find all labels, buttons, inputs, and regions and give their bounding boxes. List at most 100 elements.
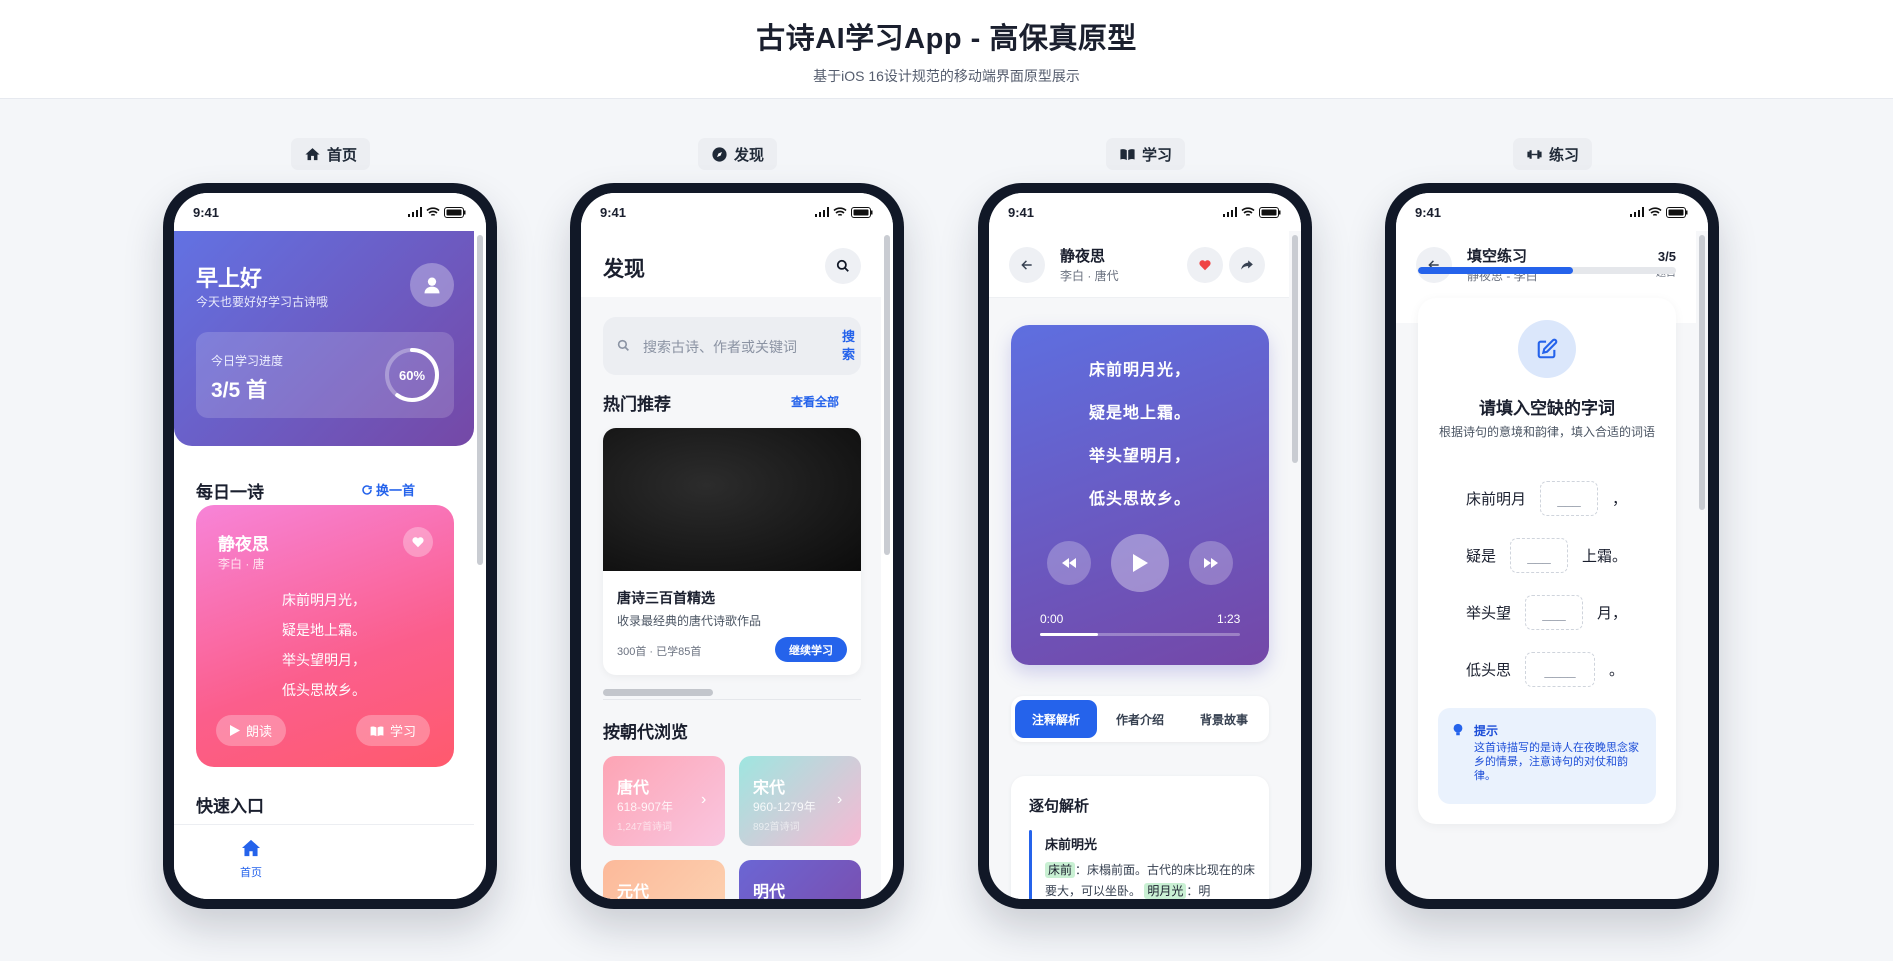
scrollbar[interactable] [1699,235,1705,510]
playback-progress[interactable] [1040,633,1240,636]
time-total: 1:23 [1217,612,1241,626]
battery-icon [1259,206,1281,218]
search-button[interactable] [825,248,861,284]
scrollbar[interactable] [1292,235,1298,463]
caption-practice: 练习 [1513,138,1593,170]
row-before: 低头思 [1466,662,1512,679]
play-icon [230,725,240,736]
wifi-icon [1648,207,1662,216]
blank-input[interactable]: ____ [1525,652,1596,687]
share-icon [1241,260,1253,270]
search-input[interactable]: 搜索古诗、作者或关键词 搜索 [603,317,861,375]
heart-icon [412,537,424,548]
counter-value: 3/5 [1657,249,1676,264]
horizontal-scrollbar[interactable] [603,689,713,696]
home-screen: 9:41 早上好 今天也要好好学习古诗哦 今日学习进度 3/5 首 60% 每日… [174,193,486,899]
status-icons [408,206,466,218]
hint-title: 提示 [1474,724,1499,738]
poem-line: 低头思故乡。 [282,682,366,698]
status-time: 9:41 [1415,204,1442,220]
blank-input[interactable]: ___ [1540,481,1599,516]
greeting-header: 早上好 今天也要好好学习古诗哦 今日学习进度 3/5 首 60% [174,231,474,446]
practice-title: 填空练习 [1467,248,1528,265]
progress-label: 今日学习进度 [211,354,284,368]
annotation-title: 逐句解析 [1029,798,1090,815]
rewind-button[interactable] [1047,541,1091,585]
section-title-dynasty: 按朝代浏览 [603,723,688,742]
dynasty-card-ming[interactable]: 明代 › [739,860,861,899]
term-highlight: 床前 [1045,862,1076,878]
poem-line: 床前明月光， [282,592,366,608]
fill-row: 举头望 ___ 月， [1466,595,1627,630]
chevron-right-icon: › [837,895,842,899]
page-subtitle: 基于iOS 16设计规范的移动端界面原型展示 [813,68,1080,84]
dynasty-name: 明代 [753,884,786,899]
row-after: 上霜。 [1582,548,1628,565]
dynasty-name: 宋代 [753,780,786,797]
refresh-button[interactable]: 换一首 [361,480,415,499]
tab-author[interactable]: 作者介绍 [1099,700,1181,738]
row-before: 床前明月 [1466,491,1527,508]
caption-home: 首页 [291,138,371,170]
favorite-button[interactable] [1187,247,1223,283]
search-placeholder: 搜索古诗、作者或关键词 [643,339,797,355]
caption-label: 发现 [734,146,765,164]
chevron-right-icon: › [701,895,706,899]
progress-value: 3/5 首 [211,379,268,402]
heart-icon [1199,260,1211,271]
back-button[interactable] [1416,247,1452,283]
dynasty-card-tang[interactable]: 唐代 618-907年 1,247首诗词 › [603,756,725,846]
fast-forward-icon [1204,558,1218,568]
featured-title: 唐诗三百首精选 [617,590,715,606]
blank-input[interactable]: ___ [1525,595,1584,630]
annotation-card: 逐句解析 床前明光 床前 ：床榻前面。古代的床比现在的床要大，可以坐卧。 明月光：… [1011,776,1269,899]
section-title-daily: 每日一诗 [196,483,264,502]
share-button[interactable] [1229,247,1265,283]
view-all-link[interactable]: 查看全部 [791,393,839,410]
quiz-progress-fill [1418,267,1573,274]
poem-title: 静夜思 [1060,248,1106,265]
tab-home[interactable]: 首页 [234,839,268,880]
caption-label: 学习 [1142,146,1173,164]
avatar[interactable] [410,263,454,307]
poem-author: 李白 · 唐代 [1060,269,1119,283]
book-icon [370,726,384,736]
study-button[interactable]: 学习 [356,715,431,746]
status-icons [815,206,873,218]
row-after: 。 [1609,662,1625,679]
divider [603,699,861,700]
caption-study: 学习 [1106,138,1186,170]
question-card: 请填入空缺的字词 根据诗句的意境和韵律，填入合适的词语 床前明月 ___ ， 疑… [1418,298,1676,824]
status-time: 9:41 [1008,204,1035,220]
featured-card[interactable]: 唐诗三百首精选 收录最经典的唐代诗歌作品 300首 · 已学85首 继续学习 [603,428,861,675]
lightbulb-icon [1453,723,1463,736]
continue-button[interactable]: 继续学习 [775,637,847,662]
dynasty-card-song[interactable]: 宋代 960-1279年 892首诗词 › [739,756,861,846]
dynasty-card-yuan[interactable]: 元代 › [603,860,725,899]
phone-study: 9:41 静夜思 李白 · 唐代 床前明月光， 疑是地上霜。 举头望明月， 低头… [978,183,1312,909]
question-title: 请填入空缺的字词 [1479,399,1615,418]
search-submit[interactable]: 搜索 [842,328,856,364]
blank-input[interactable]: ___ [1510,538,1569,573]
user-icon [424,277,440,294]
read-button[interactable]: 朗读 [216,715,287,746]
play-button[interactable] [1111,534,1169,592]
phone-discover: 9:41 发现 搜索古诗、作者或关键词 搜索 热门推荐 查看全部 唐诗三百首精选… [570,183,904,909]
poem-line: 床前明月光， [1088,362,1191,379]
term-explanation: ：明 [1186,884,1211,898]
favorite-button[interactable] [403,527,433,557]
fill-row: 床前明月 ___ ， [1466,481,1627,516]
status-bar: 9:41 [1396,193,1708,231]
scrollbar[interactable] [477,235,483,565]
forward-button[interactable] [1189,541,1233,585]
tab-background[interactable]: 背景故事 [1183,700,1265,738]
tab-annotation[interactable]: 注释解析 [1015,700,1097,738]
scrollbar[interactable] [884,235,890,555]
home-icon [242,839,260,857]
daily-poem-card[interactable]: 静夜思 李白 · 唐 床前明月光， 疑是地上霜。 举头望明月， 低头思故乡。 朗… [196,505,454,767]
refresh-icon [362,484,372,495]
chevron-right-icon: › [701,791,707,808]
back-button[interactable] [1009,247,1045,283]
signal-icon [1630,207,1644,217]
annotation-text: 床前 ：床榻前面。古代的床比现在的床要大，可以坐卧。 明月光 ：明 [1045,860,1257,899]
